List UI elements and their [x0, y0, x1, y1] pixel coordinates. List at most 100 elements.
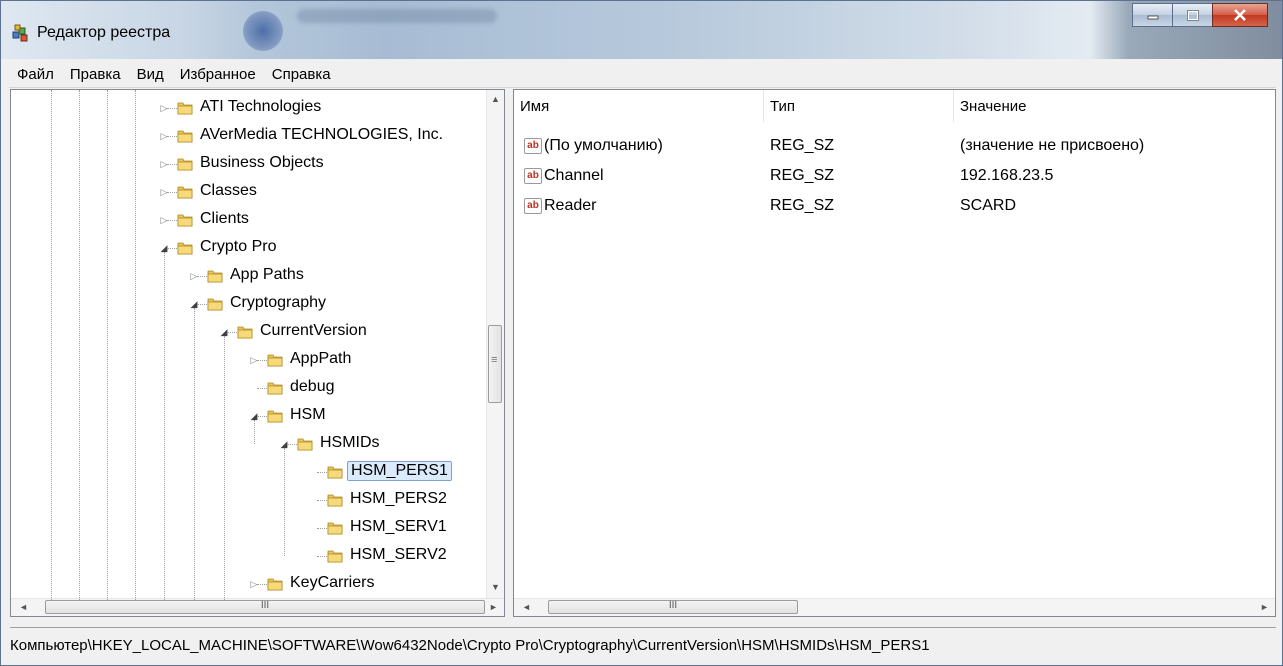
folder-icon	[207, 268, 223, 284]
value-name: Reader	[544, 197, 597, 214]
tree-connector-line	[224, 336, 225, 600]
registry-editor-window: Редактор реестра Файл Правка Вид Избранн…	[0, 0, 1283, 666]
folder-icon	[177, 156, 193, 172]
value-name: (По умолчанию)	[544, 137, 663, 154]
tree-node-label: HSM_PERS2	[350, 490, 447, 507]
close-icon	[1234, 9, 1246, 21]
tree-node[interactable]: ▷ ATI Technologies	[11, 94, 486, 122]
tree-node[interactable]: HSM_SERV2	[11, 542, 486, 570]
status-key-path: Компьютер\HKEY_LOCAL_MACHINE\SOFTWARE\Wo…	[10, 636, 930, 654]
column-header-value[interactable]: Значение	[954, 90, 1275, 122]
value-data: (значение не присвоено)	[960, 137, 1145, 154]
title-bar[interactable]: Редактор реестра	[1, 1, 1282, 59]
list-horizontal-scroll-thumb[interactable]: III	[548, 600, 798, 614]
tree-node-label: HSM_SERV1	[350, 518, 447, 535]
tree-connector-line	[284, 448, 285, 556]
registry-app-icon	[12, 24, 28, 42]
list-item[interactable]: ab Channel REG_SZ 192.168.23.5	[514, 162, 1274, 190]
tree-horizontal-scroll-thumb[interactable]: III	[45, 600, 485, 614]
value-type: REG_SZ	[770, 167, 835, 184]
tree-node[interactable]: ◢ Cryptography	[11, 290, 486, 318]
column-header-name[interactable]: Имя	[514, 90, 764, 122]
tree-node-label: ATI Technologies	[200, 98, 322, 115]
tree-node[interactable]: ▷ AVerMedia TECHNOLOGIES, Inc.	[11, 122, 486, 150]
menu-view[interactable]: Вид	[129, 66, 172, 83]
tree-vertical-scroll-thumb[interactable]: ≡	[488, 325, 502, 403]
folder-icon	[327, 548, 343, 564]
scroll-left-arrow-icon[interactable]: ◄	[522, 602, 531, 612]
folder-icon	[177, 240, 193, 256]
folder-icon	[267, 380, 283, 396]
value-type: REG_SZ	[770, 197, 835, 214]
column-header-type[interactable]: Тип	[764, 90, 954, 122]
menu-edit[interactable]: Правка	[62, 66, 129, 83]
value-data: SCARD	[960, 197, 1017, 214]
close-button[interactable]	[1212, 3, 1268, 27]
tree-node-label: Cryptography	[230, 294, 327, 311]
folder-icon	[237, 324, 253, 340]
tree-node-label: CurrentVersion	[260, 322, 367, 339]
folder-icon	[297, 436, 313, 452]
maximize-icon	[1186, 9, 1199, 21]
menu-bar: Файл Правка Вид Избранное Справка	[9, 61, 1276, 88]
tree-node-label: HSM_PERS1	[347, 461, 452, 481]
values-list-pane[interactable]: Имя Тип Значение ab (По умолчанию) REG_S…	[513, 89, 1276, 617]
status-bar: Компьютер\HKEY_LOCAL_MACHINE\SOFTWARE\Wo…	[10, 627, 1276, 662]
tree-node[interactable]: ◢ CurrentVersion	[11, 318, 486, 346]
tree-node-label: Classes	[200, 182, 257, 199]
tree-node[interactable]: ▷ Classes	[11, 178, 486, 206]
string-value-icon: ab	[524, 198, 542, 214]
menu-favorites[interactable]: Избранное	[172, 66, 264, 83]
key-tree-pane[interactable]: ▲ ≡ ▼ ◄ III ► ▷ ATI Technologies ▷ AVerMedi…	[10, 89, 505, 617]
menu-help[interactable]: Справка	[264, 66, 339, 83]
tree-vertical-scrollbar[interactable]: ▲ ≡ ▼	[486, 90, 504, 600]
folder-icon	[327, 520, 343, 536]
list-item[interactable]: ab (По умолчанию) REG_SZ (значение не пр…	[514, 132, 1274, 160]
tree-node-label: HSM_SERV2	[350, 546, 447, 563]
caption-buttons	[1132, 3, 1268, 29]
menu-file[interactable]: Файл	[9, 66, 62, 83]
scroll-up-arrow-icon[interactable]: ▲	[491, 94, 500, 104]
folder-icon	[267, 576, 283, 592]
folder-icon	[177, 184, 193, 200]
column-header-type-label: Тип	[770, 97, 796, 115]
scroll-right-arrow-icon[interactable]: ►	[1260, 602, 1269, 612]
scroll-right-arrow-icon[interactable]: ►	[489, 602, 498, 612]
tree-node[interactable]: HSM_PERS1	[11, 458, 486, 486]
tree-node-label: debug	[290, 378, 335, 395]
tree-connector-line	[254, 420, 255, 444]
column-header-name-label: Имя	[520, 97, 550, 115]
tree-node[interactable]: ◢ HSMIDs	[11, 430, 486, 458]
tree-node-label: Business Objects	[200, 154, 324, 171]
tree-node[interactable]: debug	[11, 374, 486, 402]
minimize-button[interactable]	[1132, 3, 1172, 27]
tree-node-label: KeyCarriers	[290, 574, 375, 591]
scroll-left-arrow-icon[interactable]: ◄	[19, 602, 28, 612]
tree-node[interactable]: HSM_SERV1	[11, 514, 486, 542]
maximize-button[interactable]	[1172, 3, 1212, 27]
tree-connector-line	[194, 308, 195, 600]
scroll-down-arrow-icon[interactable]: ▼	[491, 582, 500, 592]
tree-node-label: HSM	[290, 406, 326, 423]
folder-icon	[177, 128, 193, 144]
list-item[interactable]: ab Reader REG_SZ SCARD	[514, 192, 1274, 220]
list-horizontal-scrollbar[interactable]: ◄ III ►	[514, 598, 1275, 616]
tree-node[interactable]: ▷ Business Objects	[11, 150, 486, 178]
tree-node[interactable]: ▷ Clients	[11, 206, 486, 234]
background-window-title-blur	[297, 9, 497, 23]
window-title: Редактор реестра	[37, 24, 171, 41]
tree-horizontal-scrollbar[interactable]: ◄ III ►	[11, 598, 504, 616]
folder-icon	[327, 492, 343, 508]
folder-icon	[267, 352, 283, 368]
column-header-value-label: Значение	[960, 97, 1027, 115]
tree-node[interactable]: ▷ KeyCarriers	[11, 570, 486, 598]
folder-icon	[177, 100, 193, 116]
value-type: REG_SZ	[770, 137, 835, 154]
tree-node[interactable]: ◢ Crypto Pro	[11, 234, 486, 262]
tree-node[interactable]: ▷ App Paths	[11, 262, 486, 290]
tree-node[interactable]: ▷ AppPath	[11, 346, 486, 374]
tree-connector-line	[164, 252, 165, 600]
tree-node[interactable]: ◢ HSM	[11, 402, 486, 430]
tree-node[interactable]: HSM_PERS2	[11, 486, 486, 514]
value-name: Channel	[544, 167, 604, 184]
